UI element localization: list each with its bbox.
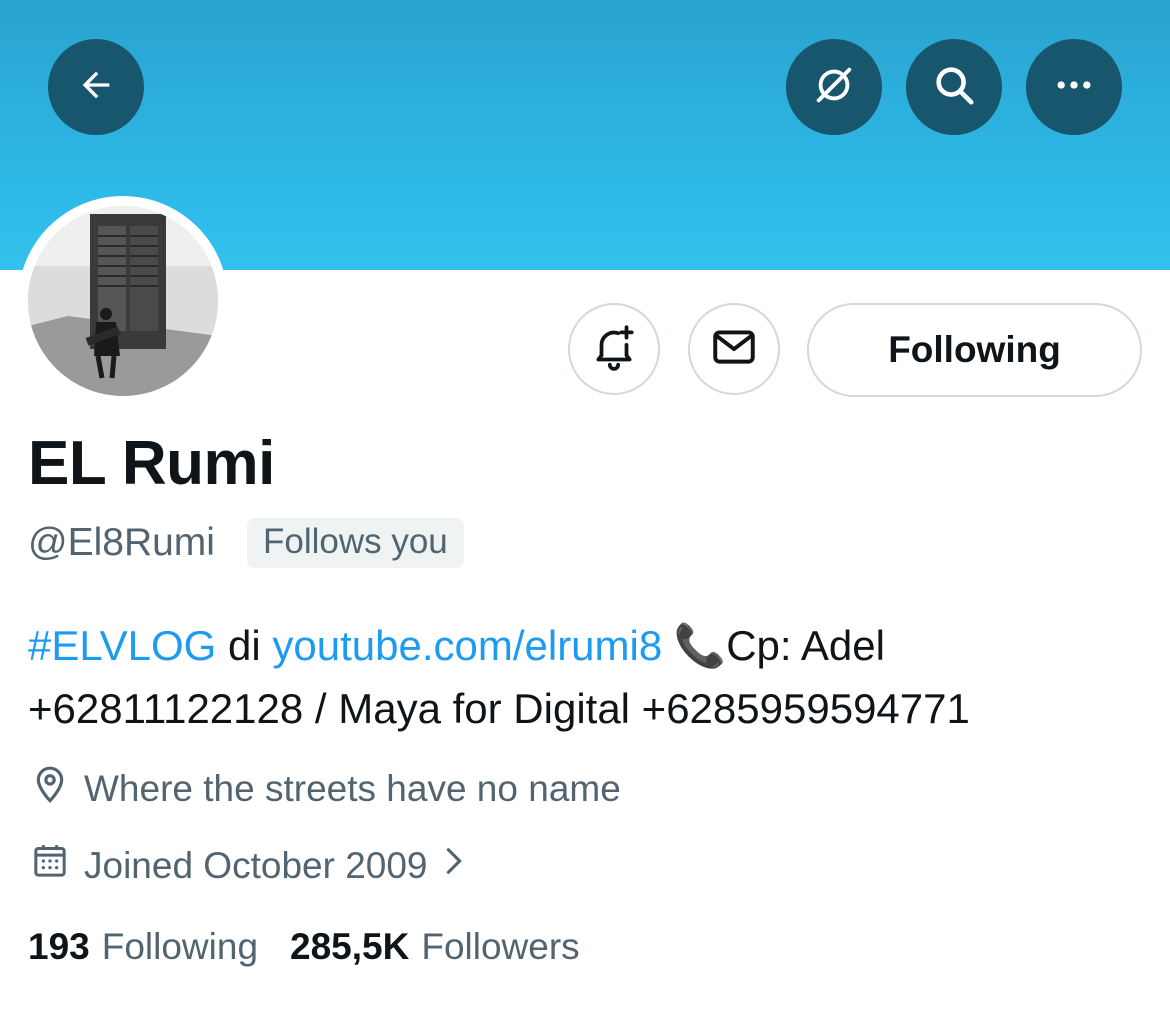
- bell-plus-icon: [589, 322, 639, 377]
- followers-label: Followers: [421, 926, 580, 967]
- calendar-icon: [30, 841, 84, 890]
- handle: @El8Rumi: [28, 521, 215, 564]
- search-button[interactable]: [906, 39, 1002, 135]
- followers-count: 285,5K: [290, 926, 410, 967]
- joined-text: Joined October 2009: [84, 844, 428, 886]
- url-link[interactable]: youtube.com/elrumi8: [272, 622, 662, 669]
- location-row: Where the streets have no name: [30, 764, 621, 813]
- avatar-frame: [18, 196, 228, 406]
- following-count: 193: [28, 926, 90, 967]
- location-text: Where the streets have no name: [84, 767, 621, 809]
- display-name: EL Rumi: [28, 429, 275, 498]
- followers-stat[interactable]: 285,5K Followers: [290, 926, 580, 968]
- bio: #ELVLOG di youtube.com/elrumi8 📞Cp: Adel…: [28, 614, 1148, 740]
- envelope-icon: [709, 322, 759, 377]
- avatar[interactable]: [28, 206, 218, 396]
- follow-stats: 193 Following 285,5K Followers: [28, 926, 580, 968]
- following-button[interactable]: Following: [807, 303, 1142, 397]
- location-pin-icon: [30, 764, 84, 813]
- more-button[interactable]: [1026, 39, 1122, 135]
- back-button[interactable]: [48, 39, 144, 135]
- following-label: Following: [101, 926, 259, 967]
- notify-button[interactable]: [568, 303, 660, 395]
- notifications-settings-button[interactable]: [786, 39, 882, 135]
- chevron-right-icon: [440, 844, 482, 887]
- no-notifications-icon: [811, 62, 857, 113]
- handle-row: @El8Rumi Follows you: [28, 518, 464, 568]
- message-button[interactable]: [688, 303, 780, 395]
- following-stat[interactable]: 193 Following: [28, 926, 258, 968]
- arrow-left-icon: [76, 65, 116, 110]
- phone-emoji: 📞: [662, 622, 727, 669]
- search-icon: [931, 62, 977, 113]
- hashtag-link[interactable]: #ELVLOG: [28, 622, 216, 669]
- follows-you-badge: Follows you: [246, 518, 464, 568]
- bio-text-di: di: [216, 622, 273, 669]
- joined-row[interactable]: Joined October 2009: [30, 841, 482, 890]
- more-horizontal-icon: [1052, 63, 1096, 112]
